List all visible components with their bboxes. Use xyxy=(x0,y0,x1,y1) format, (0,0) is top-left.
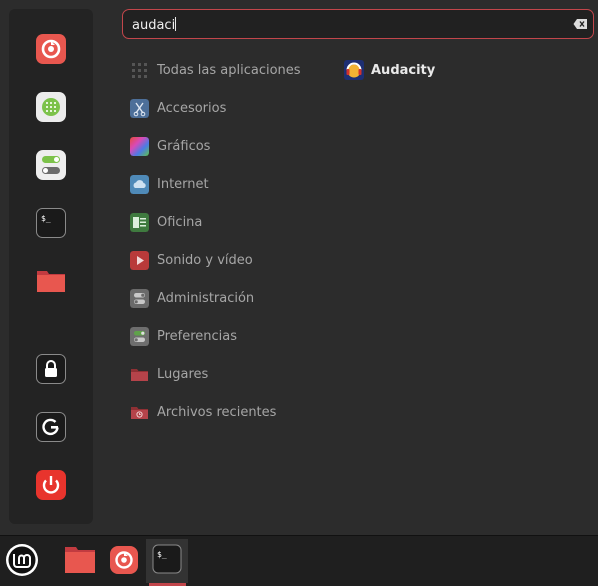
power-button[interactable] xyxy=(36,470,66,500)
category-label: Preferencias xyxy=(157,328,238,344)
category-archivos-recientes[interactable]: Archivos recientes xyxy=(130,402,276,422)
office-icon xyxy=(130,212,149,232)
recent-folder-icon xyxy=(131,406,148,419)
category-preferencias[interactable]: Preferencias xyxy=(130,326,237,346)
category-label: Internet xyxy=(157,176,209,192)
category-label: Todas las aplicaciones xyxy=(157,62,301,78)
logout-icon xyxy=(36,412,66,442)
category-sonido-video[interactable]: Sonido y vídeo xyxy=(130,250,253,270)
category-graficos[interactable]: Gráficos xyxy=(130,136,210,156)
lock-screen-icon xyxy=(36,354,66,384)
category-label: Oficina xyxy=(157,214,203,230)
panel-files-launcher[interactable] xyxy=(58,539,102,583)
search-result-audacity[interactable]: Audacity xyxy=(344,59,435,81)
logout-button[interactable] xyxy=(36,412,66,442)
mint-menu-button[interactable] xyxy=(0,539,44,583)
power-icon xyxy=(36,470,66,500)
preferences-icon xyxy=(130,326,149,346)
admin-toggle-icon xyxy=(130,288,149,308)
backspace-clear-icon[interactable] xyxy=(573,18,588,30)
favorite-settings[interactable] xyxy=(36,150,66,180)
svg-text:$_: $_ xyxy=(41,214,51,223)
favorite-calculator[interactable] xyxy=(36,92,66,122)
category-todas[interactable]: Todas las aplicaciones xyxy=(130,60,301,80)
panel-terminal-window[interactable]: $_ xyxy=(146,539,188,583)
audacity-icon xyxy=(344,60,364,80)
folder-icon xyxy=(131,368,148,381)
text-caret xyxy=(175,17,177,31)
scissors-icon xyxy=(130,98,149,118)
favorites-sidebar: $_ xyxy=(9,9,93,524)
files-folder-icon xyxy=(65,547,95,573)
category-label: Gráficos xyxy=(157,138,211,154)
grid-icon xyxy=(132,62,147,78)
settings-toggle-icon xyxy=(36,150,66,180)
svg-text:$_: $_ xyxy=(157,550,167,559)
mint-menu-icon xyxy=(6,544,38,576)
search-input[interactable]: audaci xyxy=(132,17,177,33)
result-label: Audacity xyxy=(371,62,436,78)
files-folder-icon xyxy=(37,271,65,292)
category-internet[interactable]: Internet xyxy=(130,174,209,194)
calculator-icon xyxy=(36,92,66,122)
firefox-icon xyxy=(36,34,66,64)
lock-screen-button[interactable] xyxy=(36,354,66,384)
favorite-files[interactable] xyxy=(36,266,66,296)
search-field[interactable]: audaci xyxy=(122,9,594,39)
category-label: Archivos recientes xyxy=(157,404,277,420)
category-label: Administración xyxy=(157,290,255,306)
favorite-terminal[interactable]: $_ xyxy=(36,208,66,238)
media-play-icon xyxy=(130,250,149,270)
bottom-panel: $_ xyxy=(0,535,598,586)
category-accesorios[interactable]: Accesorios xyxy=(130,98,226,118)
application-menu: $_ audaci Todas las aplicaciones Accesor… xyxy=(0,0,598,535)
graphics-icon xyxy=(130,136,149,156)
category-oficina[interactable]: Oficina xyxy=(130,212,202,232)
terminal-icon: $_ xyxy=(36,208,66,238)
firefox-icon xyxy=(110,546,138,574)
terminal-icon: $_ xyxy=(152,544,182,574)
favorite-firefox[interactable] xyxy=(36,34,66,64)
category-label: Accesorios xyxy=(157,100,227,116)
panel-firefox-launcher[interactable] xyxy=(102,539,146,583)
category-label: Lugares xyxy=(157,366,209,382)
category-label: Sonido y vídeo xyxy=(157,252,253,268)
category-lugares[interactable]: Lugares xyxy=(130,364,208,384)
cloud-icon xyxy=(130,174,149,194)
category-administracion[interactable]: Administración xyxy=(130,288,254,308)
